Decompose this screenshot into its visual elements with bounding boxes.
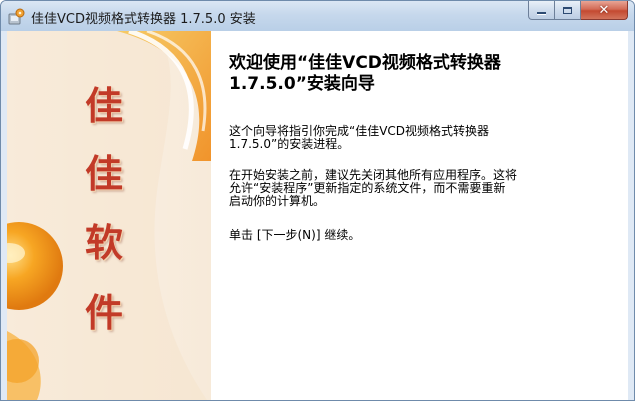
close-icon: ✕: [598, 2, 610, 18]
continue-instruction: 单击 [下一步(N)] 继续。: [229, 228, 361, 242]
installer-window: 佳佳VCD视频格式转换器 1.7.5.0 安装 ✕ 佳 佳 软 件 欢迎使用“佳…: [0, 0, 635, 401]
brand-char-2: 佳: [84, 151, 123, 196]
caption-buttons: ✕: [528, 1, 628, 21]
welcome-heading-line-1: 欢迎使用“佳佳VCD视频格式转换器: [229, 53, 501, 73]
brand-char-3: 软: [84, 220, 123, 265]
banner-divider: [211, 31, 212, 400]
wizard-page: 佳 佳 软 件 欢迎使用“佳佳VCD视频格式转换器 1.7.5.0”安装向导 这…: [7, 31, 628, 400]
welcome-heading: 欢迎使用“佳佳VCD视频格式转换器 1.7.5.0”安装向导: [229, 53, 619, 95]
brand-char-4: 件: [84, 290, 123, 335]
minimize-icon: [537, 12, 546, 14]
maximize-button[interactable]: [555, 1, 581, 20]
close-apps-advice-line-3: 启动你的计算机。: [229, 194, 326, 208]
close-apps-advice-line-1: 在开始安装之前，建议先关闭其他所有应用程序。这将: [229, 168, 518, 182]
welcome-heading-line-2: 1.7.5.0”安装向导: [229, 74, 375, 94]
minimize-button[interactable]: [528, 1, 555, 20]
intro-text: 这个向导将指引你完成“佳佳VCD视频格式转换器 1.7.5.0”的安装进程。: [229, 125, 609, 151]
maximize-icon: [563, 6, 572, 14]
window-title: 佳佳VCD视频格式转换器 1.7.5.0 安装: [31, 12, 256, 27]
close-apps-advice-line-2: 允许“安装程序”更新指定的系统文件，而不需要重新: [229, 181, 506, 195]
close-apps-advice: 在开始安装之前，建议先关闭其他所有应用程序。这将 允许“安装程序”更新指定的系统…: [229, 169, 609, 208]
wizard-content: 欢迎使用“佳佳VCD视频格式转换器 1.7.5.0”安装向导 这个向导将指引你完…: [229, 53, 619, 242]
close-button[interactable]: ✕: [581, 1, 628, 20]
intro-text-line-1: 这个向导将指引你完成“佳佳VCD视频格式转换器: [229, 124, 490, 138]
title-bar[interactable]: 佳佳VCD视频格式转换器 1.7.5.0 安装 ✕: [1, 1, 634, 31]
brand-char-1: 佳: [84, 83, 123, 128]
intro-text-line-2: 1.7.5.0”的安装进程。: [229, 137, 350, 151]
wizard-banner-image: 佳 佳 软 件: [7, 31, 211, 400]
installer-app-icon[interactable]: [7, 8, 25, 26]
